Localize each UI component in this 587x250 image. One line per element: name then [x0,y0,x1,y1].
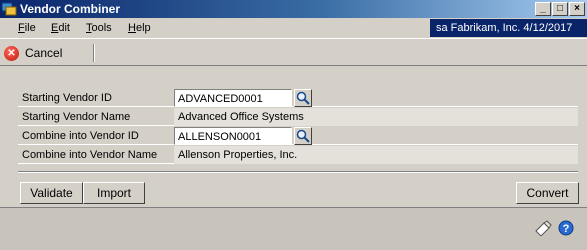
row-combine-vendor-name: Combine into Vendor Name Allenson Proper… [18,146,578,164]
starting-vendor-id-label: Starting Vendor ID [22,92,112,104]
toolbar-separator [93,44,95,62]
validate-button[interactable]: Validate [20,182,83,204]
starting-vendor-id-input[interactable] [174,89,292,107]
help-icon[interactable]: ? [558,220,576,236]
menu-tools[interactable]: Tools [86,22,112,34]
menu-help-accel: H [128,22,136,34]
combine-vendor-id-label: Combine into Vendor ID [22,130,139,142]
form-divider [18,171,578,173]
row-starting-vendor-name: Starting Vendor Name Advanced Office Sys… [18,108,578,126]
app-window-icon [1,2,17,16]
close-button[interactable]: × [569,2,585,16]
menu-edit-rest: dit [58,22,70,34]
cancel-label: Cancel [25,46,63,60]
menu-tools-rest: ools [91,22,112,34]
svg-text:?: ? [563,223,570,235]
cancel-button[interactable]: ✕ Cancel [4,43,62,63]
menu-file[interactable]: File [18,22,36,34]
menu-help[interactable]: Help [128,22,151,34]
import-button[interactable]: Import [83,182,145,204]
combine-vendor-name-value: Allenson Properties, Inc. [174,146,578,164]
maximize-button[interactable]: □ [552,2,568,16]
convert-button[interactable]: Convert [516,182,579,204]
note-icon[interactable] [534,220,552,237]
starting-vendor-name-value: Advanced Office Systems [174,108,578,126]
user-company-date-bar: sa Fabrikam, Inc. 4/12/2017 [430,19,587,37]
action-button-bar: Validate Import Convert [0,179,587,207]
lookup-magnifier-icon [296,91,310,105]
row-combine-vendor-id: Combine into Vendor ID [18,127,578,145]
starting-vendor-name-label: Starting Vendor Name [22,111,131,123]
minimize-button[interactable]: _ [535,2,551,16]
starting-vendor-lookup-button[interactable] [294,89,312,107]
combine-vendor-lookup-button[interactable] [294,127,312,145]
menu-file-rest: ile [24,22,36,34]
toolbar: ✕ Cancel [0,38,587,66]
menu-help-rest: elp [135,22,151,34]
combine-vendor-name-label: Combine into Vendor Name [22,149,158,161]
lookup-magnifier-icon [296,129,310,143]
status-bar: ? [0,207,587,250]
row-starting-vendor-id: Starting Vendor ID [18,89,578,107]
vendor-form: Starting Vendor ID Starting Vendor Name … [0,67,587,179]
window-title: Vendor Combiner [20,2,121,16]
title-bar[interactable]: Vendor Combiner _ □ × [0,0,587,18]
cancel-x-icon: ✕ [4,45,19,61]
menu-edit[interactable]: Edit [51,22,70,34]
combine-vendor-id-input[interactable] [174,127,292,145]
menu-file-accel: F [18,22,25,34]
